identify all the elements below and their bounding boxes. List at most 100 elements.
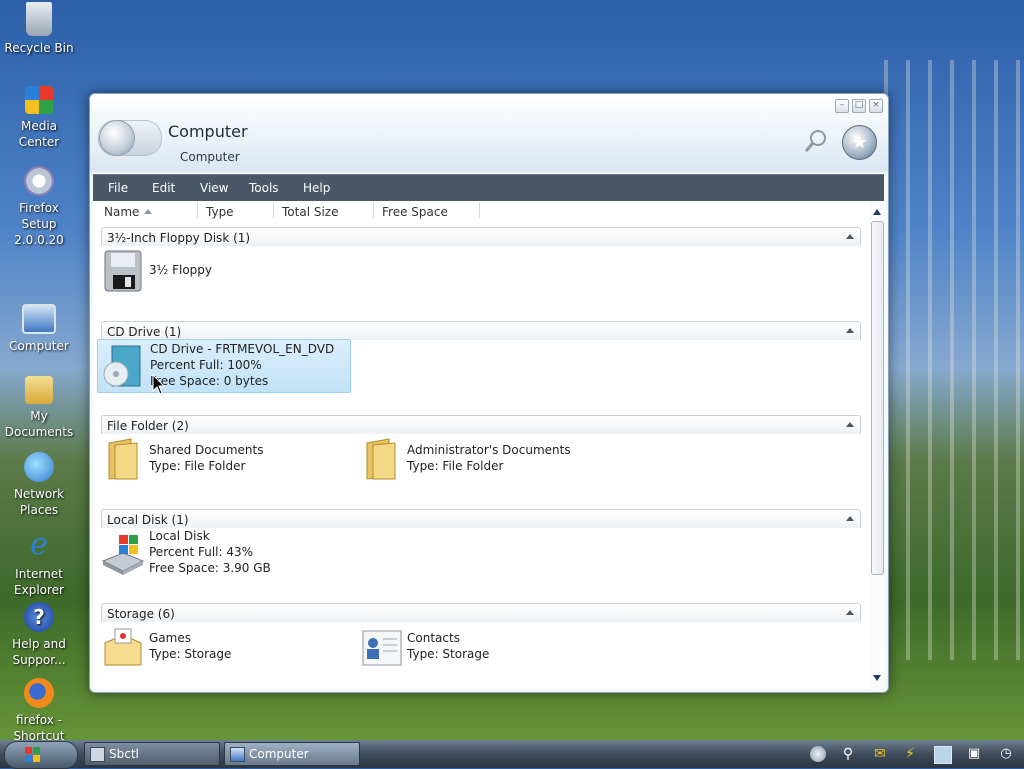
item-detail: Percent Full: 43% (149, 545, 254, 559)
item-name: Local Disk (149, 529, 210, 543)
contacts-icon (362, 630, 402, 666)
tray-search-icon[interactable]: ⚲ (840, 746, 856, 762)
window-icon (90, 747, 105, 762)
menu-file[interactable]: File (108, 181, 128, 195)
item-detail: Type: Storage (407, 647, 490, 661)
item-detail: Type: Storage (149, 647, 232, 661)
tray-power-icon[interactable]: ⚡ (902, 746, 918, 762)
mouse-cursor-icon (152, 374, 166, 395)
column-divider (373, 203, 374, 218)
desktop-icon-recycle-bin[interactable]: Recycle Bin (0, 2, 78, 56)
vertical-scrollbar[interactable] (869, 201, 885, 689)
desktop-icon-firefox-setup[interactable]: Firefox Setup 2.0.0.20 (0, 166, 78, 248)
list-item-contacts[interactable]: Contacts Type: Storage (355, 621, 605, 673)
start-button[interactable] (4, 741, 78, 769)
close-button[interactable]: × (869, 99, 883, 113)
collapse-chevron-icon[interactable] (846, 234, 854, 239)
group-header-floppy[interactable]: 3½-Inch Floppy Disk (1) (101, 227, 861, 246)
tray-clock-icon[interactable]: ◷ (998, 746, 1014, 762)
desktop-icon-label: Help and Suppor... (12, 637, 66, 667)
background-trees (884, 60, 1024, 660)
column-free-space[interactable]: Free Space (382, 205, 448, 219)
group-header-storage[interactable]: Storage (6) (101, 603, 861, 622)
desktop-icon-label: firefox - Shortcut (13, 713, 65, 743)
window-header: Computer Computer – □ × ★ (90, 94, 888, 172)
search-icon[interactable] (803, 128, 829, 154)
media-center-icon (25, 86, 53, 114)
tray-network-icon[interactable] (934, 746, 952, 764)
taskbar-button-computer[interactable]: Computer (224, 742, 360, 766)
collapse-chevron-icon[interactable] (846, 422, 854, 427)
minimize-button[interactable]: – (835, 99, 849, 113)
item-detail: Type: File Folder (407, 459, 504, 473)
windows-logo-icon (25, 747, 40, 762)
menu-tools[interactable]: Tools (249, 181, 279, 195)
group-title: 3½-Inch Floppy Disk (1) (107, 231, 251, 245)
list-item-cd-drive[interactable]: CD Drive - FRTMEVOL_EN_DVD Percent Full:… (97, 339, 351, 393)
group-title: Storage (6) (107, 607, 175, 621)
group-header-file-folder[interactable]: File Folder (2) (101, 415, 861, 434)
item-name: CD Drive - FRTMEVOL_EN_DVD (150, 342, 335, 356)
breadcrumb[interactable]: Computer (180, 150, 240, 164)
desktop-icon-label: Network Places (13, 487, 65, 517)
folder-icon (108, 438, 138, 480)
group-header-local-disk[interactable]: Local Disk (1) (101, 509, 861, 528)
column-total-size[interactable]: Total Size (282, 205, 338, 219)
group-header-cd-drive[interactable]: CD Drive (1) (101, 321, 861, 340)
collapse-chevron-icon[interactable] (846, 328, 854, 333)
column-name[interactable]: Name (104, 205, 139, 219)
scroll-down-arrow-icon[interactable] (873, 675, 881, 681)
desktop-icon-internet-explorer[interactable]: e Internet Explorer (0, 528, 78, 598)
list-item-games[interactable]: Games Type: Storage (97, 621, 347, 673)
group-title: CD Drive (1) (107, 325, 182, 339)
item-detail: Percent Full: 100% (150, 358, 262, 372)
desktop-icon-label: Recycle Bin (4, 41, 74, 55)
collapse-chevron-icon[interactable] (846, 516, 854, 521)
desktop-icon-my-documents[interactable]: My Documents (0, 376, 78, 440)
list-item-local-disk[interactable]: Local Disk Percent Full: 43% Free Space:… (97, 527, 347, 579)
collapse-chevron-icon[interactable] (846, 610, 854, 615)
taskbar: Sbctl Computer ⚲ ✉ ⚡ ▣ ◷ (0, 740, 1024, 769)
tray-notification-icon[interactable]: ✉ (872, 746, 888, 762)
scroll-thumb[interactable] (871, 221, 884, 575)
menu-edit[interactable]: Edit (152, 181, 175, 195)
item-name: Contacts (407, 631, 460, 645)
desktop-icon-label: Computer (9, 339, 69, 353)
item-name: Games (149, 631, 191, 645)
taskbar-button-label: Sbctl (109, 747, 139, 761)
back-button[interactable] (99, 120, 135, 156)
computer-icon (22, 304, 56, 334)
desktop-icon-help[interactable]: ? Help and Suppor... (0, 602, 78, 668)
cd-drive-icon (103, 345, 141, 387)
tray-globe-icon[interactable] (810, 746, 826, 762)
maximize-button[interactable]: □ (852, 99, 866, 113)
taskbar-button-sbctl[interactable]: Sbctl (84, 742, 220, 766)
explorer-window: Computer Computer – □ × ★ File Edit View… (89, 93, 889, 693)
firefox-setup-icon (24, 166, 54, 196)
menu-bar: File Edit View Tools Help (93, 174, 884, 202)
floppy-disk-icon (104, 250, 142, 292)
column-type[interactable]: Type (206, 205, 234, 219)
taskbar-button-label: Computer (249, 747, 309, 761)
network-places-icon (24, 452, 54, 482)
item-detail: Free Space: 3.90 GB (149, 561, 271, 575)
my-documents-icon (25, 376, 53, 404)
desktop-icon-media-center[interactable]: Media Center (0, 86, 78, 150)
desktop-icon-network-places[interactable]: Network Places (0, 452, 78, 518)
scroll-up-arrow-icon[interactable] (873, 209, 881, 215)
list-item-shared-documents[interactable]: Shared Documents Type: File Folder (97, 433, 347, 485)
file-list: 3½-Inch Floppy Disk (1) 3½ Floppy CD Dri… (93, 221, 869, 689)
item-detail: Free Space: 0 bytes (150, 374, 269, 388)
sort-ascending-icon (144, 209, 152, 214)
list-item-administrators-documents[interactable]: Administrator's Documents Type: File Fol… (355, 433, 615, 485)
column-headers: Name Type Total Size Free Space (93, 201, 869, 222)
list-item-floppy[interactable]: 3½ Floppy (97, 245, 297, 297)
favorites-star-icon[interactable]: ★ (842, 125, 877, 160)
computer-icon (230, 747, 245, 762)
menu-help[interactable]: Help (303, 181, 330, 195)
tray-display-icon[interactable]: ▣ (966, 746, 982, 762)
menu-view[interactable]: View (200, 181, 228, 195)
desktop-icon-label: Firefox Setup 2.0.0.20 (14, 201, 64, 247)
desktop-icon-computer[interactable]: Computer (0, 304, 78, 354)
desktop-icon-firefox[interactable]: firefox - Shortcut (0, 678, 78, 744)
